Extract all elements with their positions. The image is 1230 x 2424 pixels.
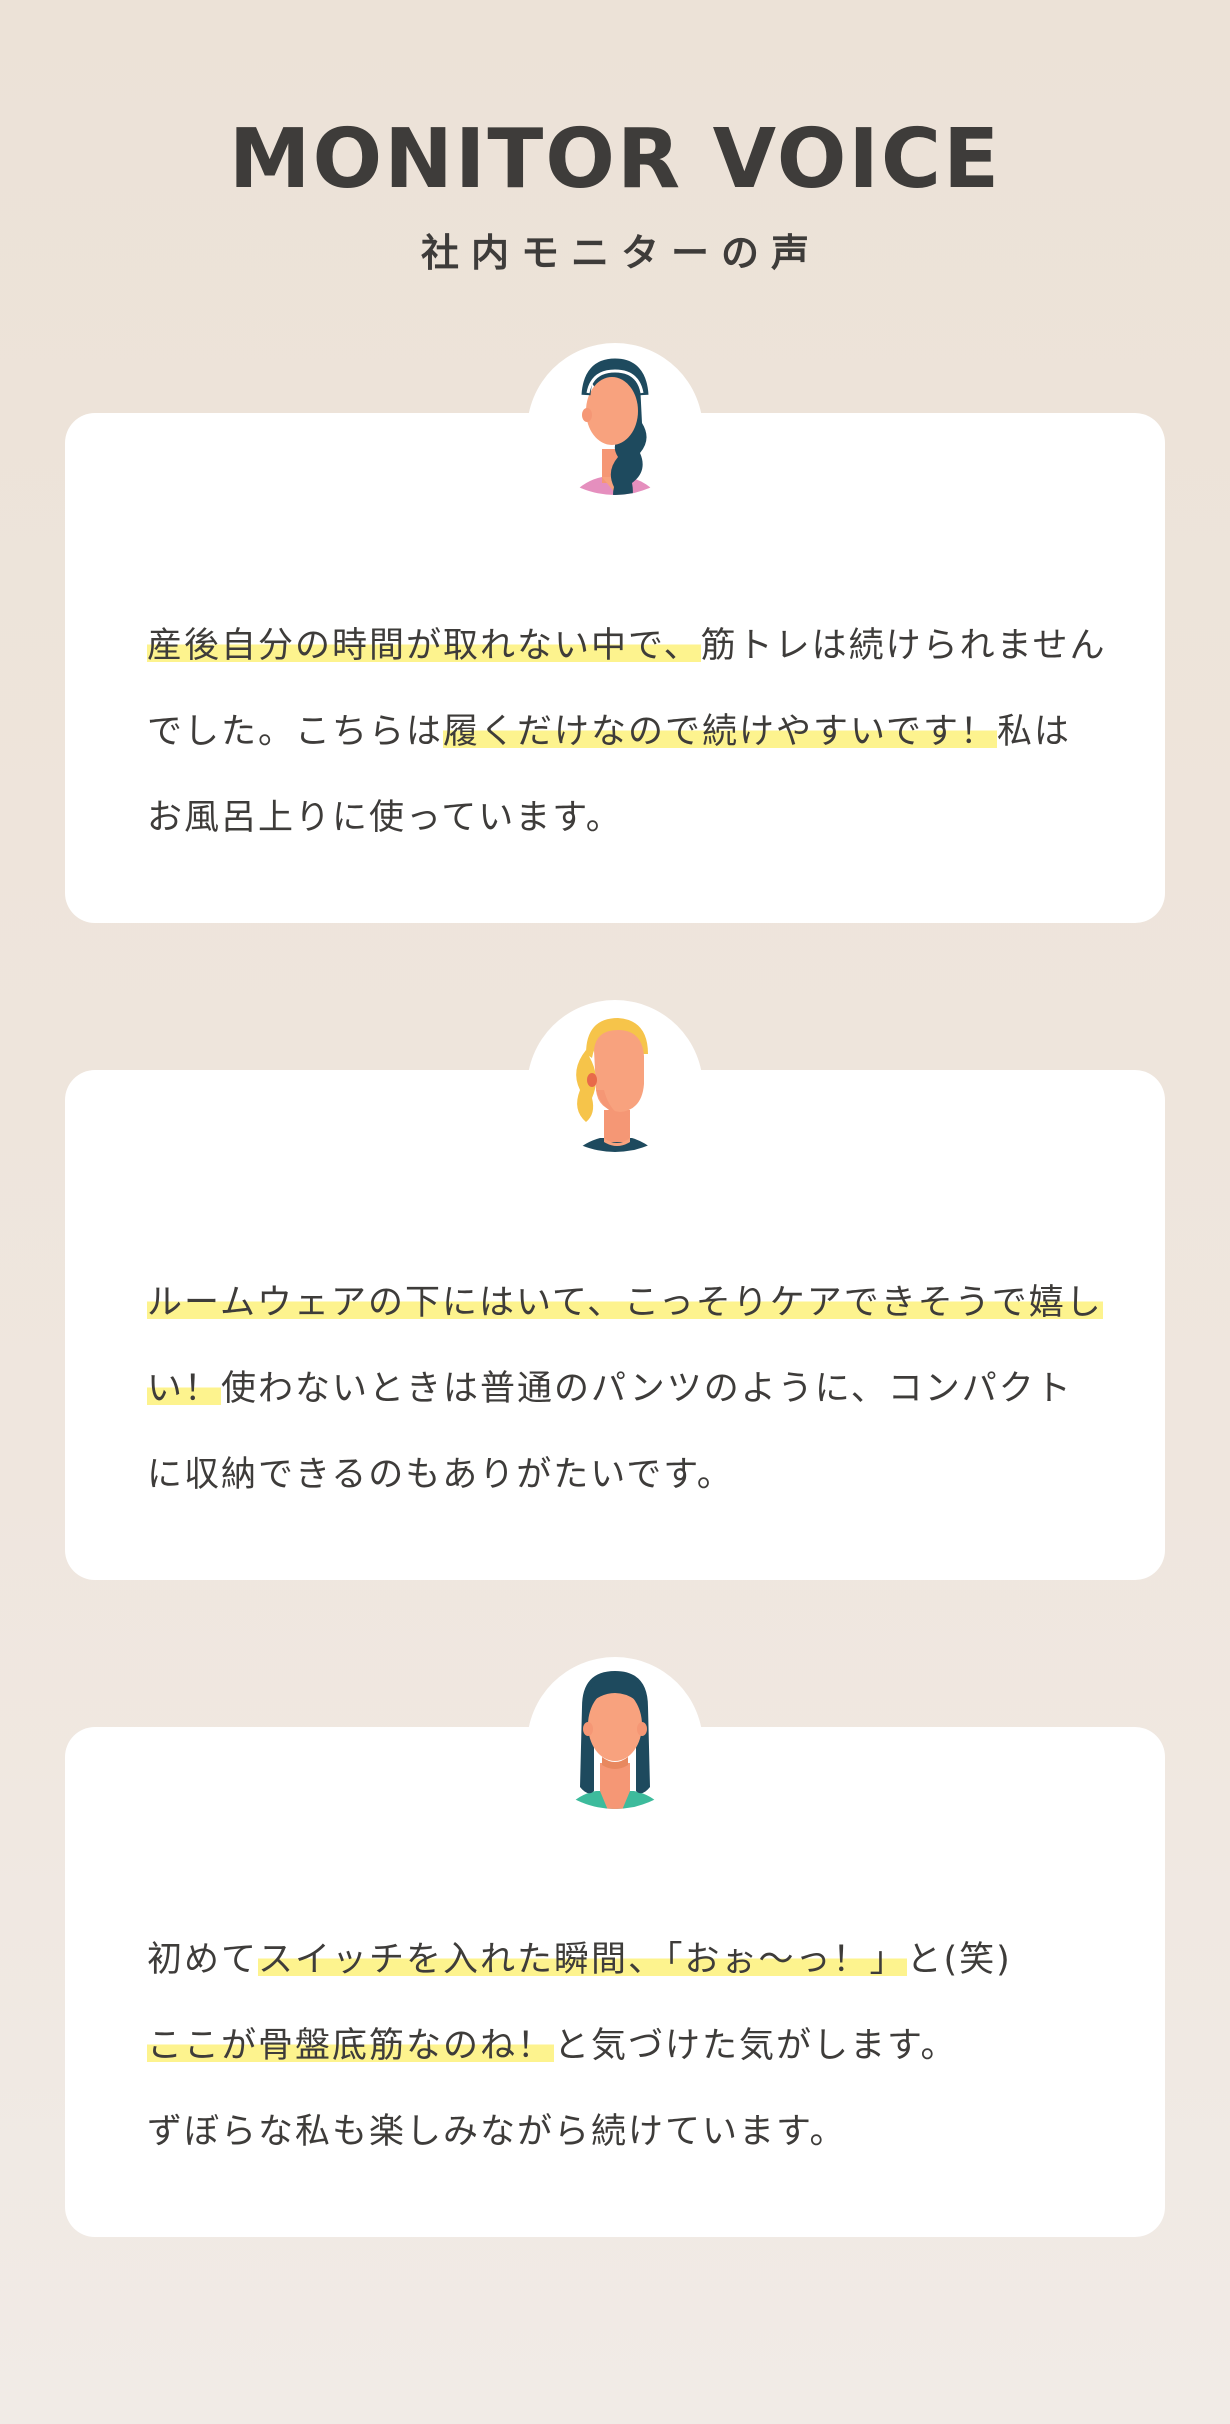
- woman-long-dark-hair-avatar-icon: [552, 1671, 678, 1809]
- testimonial-text-segment: ずぼらな私も楽しみながら続けています。: [147, 2112, 847, 2152]
- testimonial-text: 初めてスイッチを入れた瞬間、「おぉ〜っ！」と(笑) ここが骨盤底筋なのね！と気づけ…: [147, 1917, 1107, 2175]
- testimonial-text-segment: 使わないときは普通のパンツのように、コンパクトに収納できるのもありがたいです。: [147, 1369, 1073, 1495]
- avatar: [527, 1000, 703, 1176]
- testimonial-card: 初めてスイッチを入れた瞬間、「おぉ〜っ！」と(笑) ここが骨盤底筋なのね！と気づけ…: [65, 1657, 1165, 2237]
- testimonial-text: ルームウェアの下にはいて、こっそりケアできそうで嬉しい！使わないときは普通のパン…: [147, 1260, 1107, 1518]
- testimonial-text-segment: と気づけた気がします。: [554, 2026, 958, 2066]
- page-title: MONITOR VOICE: [228, 112, 1002, 207]
- woman-headband-wavy-hair-avatar-icon: [554, 358, 676, 495]
- highlighted-text: 産後自分の時間が取れない中で、: [147, 626, 701, 666]
- highlighted-text: スイッチを入れた瞬間、「おぉ〜っ！」: [258, 1940, 907, 1980]
- woman-blonde-ponytail-avatar-icon: [558, 1018, 672, 1152]
- page-header: MONITOR VOICE 社内モニターの声: [0, 112, 1230, 278]
- avatar: [527, 1657, 703, 1833]
- testimonial-card: ルームウェアの下にはいて、こっそりケアできそうで嬉しい！使わないときは普通のパン…: [65, 1000, 1165, 1580]
- testimonial-text-segment: 初めて: [147, 1940, 259, 1980]
- testimonial-text: 産後自分の時間が取れない中で、筋トレは続けられませんでした。こちらは履くだけなの…: [147, 603, 1107, 861]
- testimonial-card: 産後自分の時間が取れない中で、筋トレは続けられませんでした。こちらは履くだけなの…: [65, 343, 1165, 923]
- testimonial-text-segment: と(笑): [906, 1940, 1012, 1980]
- highlighted-text: ここが骨盤底筋なのね！: [147, 2026, 555, 2066]
- highlighted-text: 履くだけなので続けやすいです！: [443, 712, 997, 752]
- page-subtitle: 社内モニターの声: [420, 231, 821, 275]
- avatar: [527, 343, 703, 519]
